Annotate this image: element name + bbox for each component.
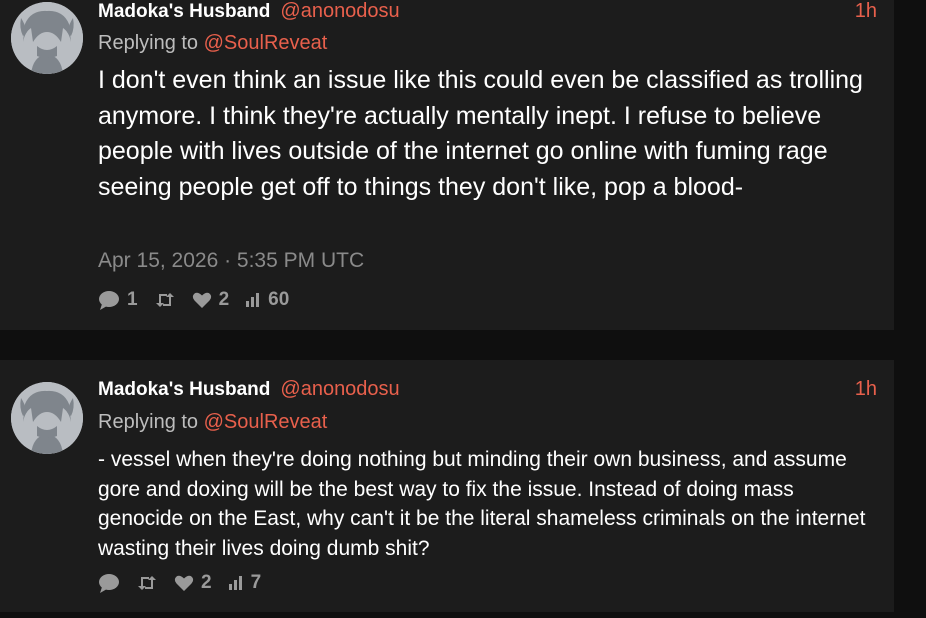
replying-to-label: Replying to	[98, 411, 199, 433]
tweet-text: I don't even think an issue like this co…	[98, 66, 863, 201]
like-button[interactable]: 2	[174, 572, 212, 594]
username-handle[interactable]: @anonodosu	[280, 378, 399, 401]
views-button[interactable]: 60	[245, 289, 289, 311]
avatar[interactable]	[11, 2, 83, 74]
replying-to: Replying to @SoulReveat	[98, 411, 327, 434]
tweet-actions: 1 2 60	[98, 289, 305, 311]
anime-avatar-icon	[11, 382, 83, 454]
retweet-button[interactable]	[136, 574, 158, 592]
views-button[interactable]: 7	[228, 572, 262, 594]
heart-icon	[174, 575, 194, 591]
tweet-header: Madoka's Husband @anonodosu 1h	[98, 0, 877, 24]
replying-to-label: Replying to	[98, 32, 199, 54]
tweet-header: Madoka's Husband @anonodosu 1h	[98, 378, 877, 402]
tweet-card[interactable]: Madoka's Husband @anonodosu 1h Replying …	[0, 0, 894, 330]
tweet-actions: 2 7	[98, 572, 277, 594]
username-handle[interactable]: @anonodosu	[280, 0, 399, 23]
tweet-time[interactable]: 1h	[855, 0, 877, 23]
timeline-feed: Madoka's Husband @anonodosu 1h Replying …	[0, 0, 926, 618]
bar-chart-icon	[246, 293, 260, 307]
view-count: 7	[250, 572, 262, 593]
heart-icon	[192, 292, 211, 308]
comment-icon	[99, 574, 119, 593]
replying-to-handle[interactable]: @SoulReveat	[204, 411, 328, 433]
avatar[interactable]	[11, 382, 83, 454]
bar-chart-icon	[228, 576, 242, 590]
reply-button[interactable]	[98, 573, 120, 593]
retweet-button[interactable]	[154, 291, 176, 309]
reply-button[interactable]: 1	[98, 289, 138, 311]
retweet-icon	[155, 293, 174, 307]
like-count: 2	[201, 572, 212, 593]
retweet-icon	[138, 576, 156, 590]
view-count: 60	[268, 289, 290, 310]
like-button[interactable]: 2	[192, 289, 230, 311]
like-count: 2	[218, 289, 230, 310]
replying-to-handle[interactable]: @SoulReveat	[204, 32, 328, 54]
tweet-card[interactable]: Madoka's Husband @anonodosu 1h Replying …	[0, 360, 894, 612]
tweet-time[interactable]: 1h	[855, 378, 877, 401]
display-name[interactable]: Madoka's Husband	[98, 379, 270, 401]
display-name[interactable]: Madoka's Husband	[98, 1, 270, 23]
tweet-text: - vessel when they're doing nothing but …	[98, 448, 866, 560]
tweet-date[interactable]: Apr 15, 2026 · 5:35 PM UTC	[98, 249, 364, 273]
replying-to: Replying to @SoulReveat	[98, 32, 327, 55]
reply-count: 1	[127, 289, 138, 310]
comment-icon	[99, 291, 119, 310]
anime-avatar-icon	[11, 2, 83, 74]
